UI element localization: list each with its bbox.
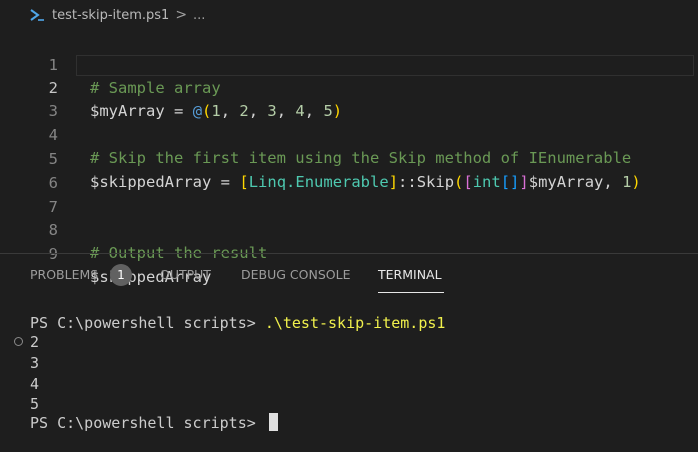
active-tab-indicator [378, 292, 444, 293]
terminal-line: PS C:\powershell scripts> .\test-skip-it… [30, 313, 445, 333]
tab-terminal[interactable]: TERMINAL [378, 267, 442, 282]
terminal-output-line: 5 [30, 395, 40, 413]
code-line[interactable]: 8 # Output the result [0, 196, 698, 262]
code-line[interactable]: 4 # Skip the first item using the Skip m… [0, 101, 698, 167]
chevron-right-icon: > [175, 7, 188, 23]
terminal-line: PS C:\powershell scripts> [30, 413, 278, 433]
powershell-icon [30, 9, 44, 21]
code-line[interactable]: 9 $skippedArray [0, 220, 698, 286]
breadcrumb: test-skip-item.ps1 > ... [0, 0, 698, 30]
code-line[interactable]: 2 $myArray = @(1, 2, 3, 4, 5) [0, 54, 698, 120]
tab-problems[interactable]: PROBLEMS [30, 267, 98, 282]
panel-tabs: PROBLEMS 1 OUTPUT DEBUG CONSOLE TERMINAL [0, 254, 698, 294]
terminal-prompt: PS C:\powershell scripts> [30, 314, 265, 332]
terminal-prompt: PS C:\powershell scripts> [30, 414, 265, 432]
problems-count-badge: 1 [110, 264, 132, 286]
code-line[interactable]: 5 $skippedArray = [Linq.Enumerable]::Ski… [0, 125, 698, 191]
terminal-output-line: 2 [30, 333, 40, 351]
terminal[interactable]: PS C:\powershell scripts> .\test-skip-it… [0, 294, 698, 452]
terminal-cursor [268, 413, 278, 431]
terminal-output-line: 4 [30, 375, 40, 393]
code-line[interactable]: 6 [0, 149, 698, 192]
tab-debug-console[interactable]: DEBUG CONSOLE [241, 267, 350, 282]
code-line[interactable]: 7 [0, 173, 698, 216]
breadcrumb-file[interactable]: test-skip-item.ps1 [52, 8, 169, 23]
code-line[interactable]: 3 [0, 77, 698, 120]
code-line[interactable]: 1 # Sample array [0, 31, 698, 97]
terminal-output-line: 3 [30, 354, 40, 372]
code-editor[interactable]: 1 # Sample array 2 $myArray = @(1, 2, 3,… [0, 30, 698, 286]
terminal-command: .\test-skip-item.ps1 [264, 314, 446, 332]
tab-output[interactable]: OUTPUT [160, 267, 211, 282]
breadcrumb-more[interactable]: ... [193, 8, 205, 23]
command-decoration-icon[interactable] [14, 337, 23, 346]
